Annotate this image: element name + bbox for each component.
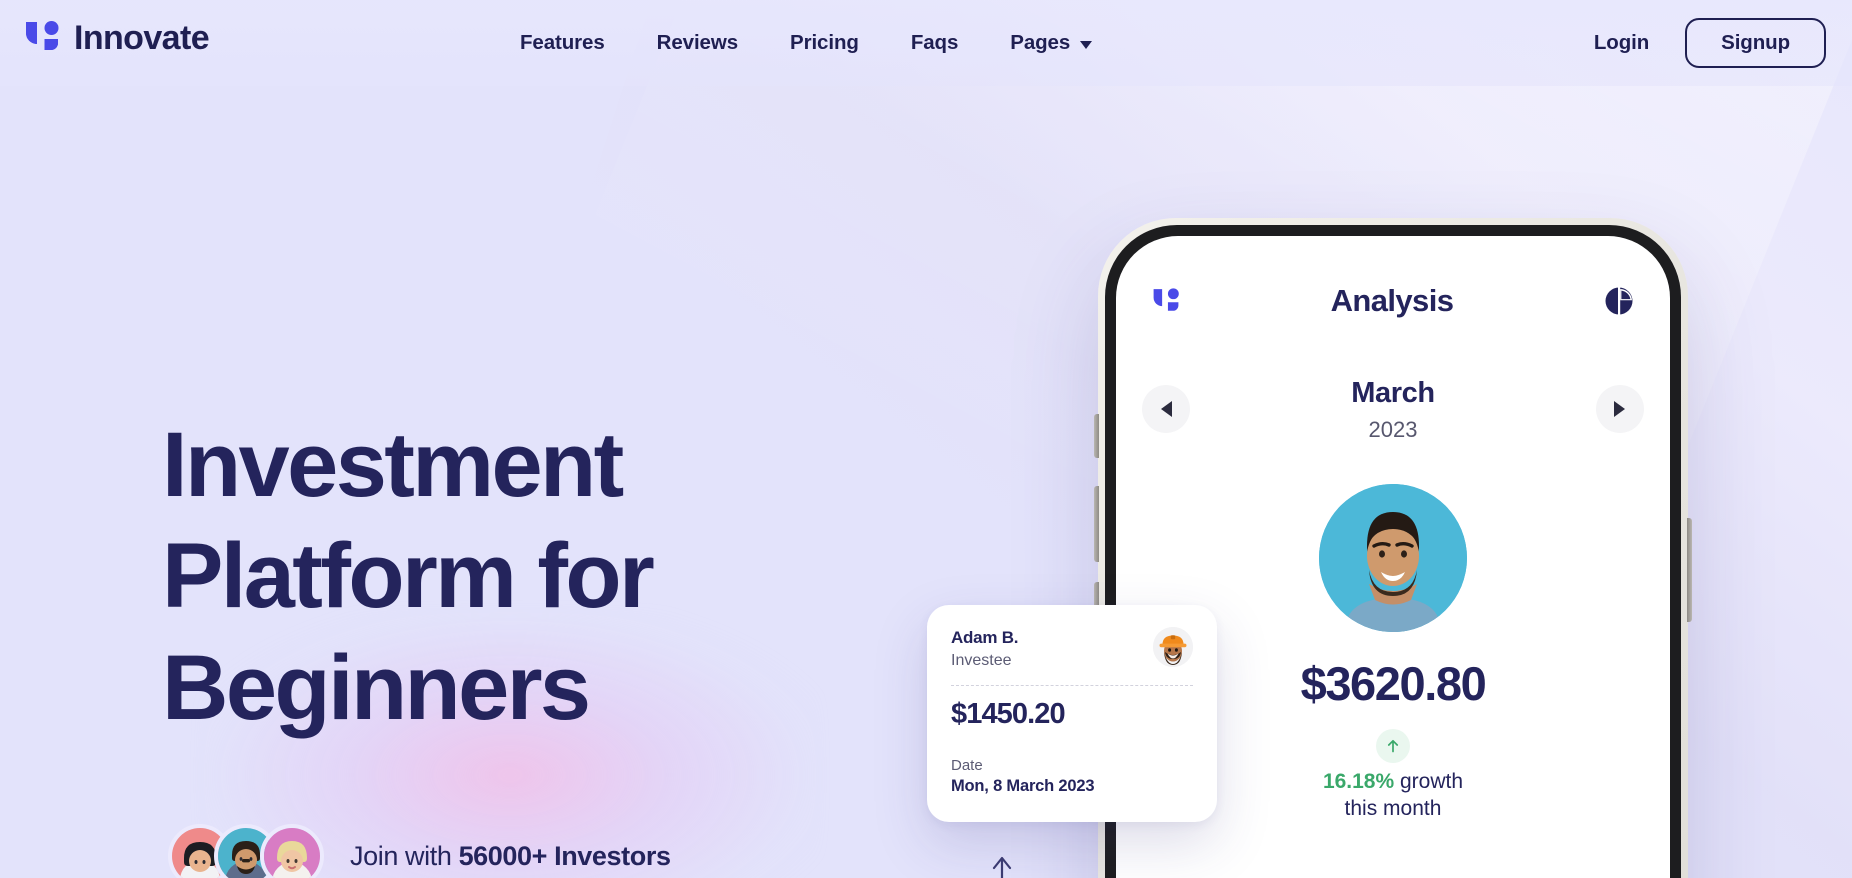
app-topbar: Analysis [1116,274,1670,328]
investee-role: Investee [951,652,1012,670]
phone-power-button [1687,518,1692,622]
next-month-button[interactable] [1595,385,1644,433]
login-link[interactable]: Login [1588,21,1655,65]
nav-item-features-label: Features [520,31,605,54]
hero-title-line-1: Investment [162,414,624,516]
transaction-amount: $1450.20 [951,698,1066,731]
hero-section: Investment Platform for Beginners [162,410,922,744]
investor-avatar-group [168,824,324,878]
header-actions: Login Signup [1588,0,1826,86]
sprout-logo-icon [24,18,60,58]
month-year: 2023 [1368,417,1418,443]
signup-button[interactable]: Signup [1685,17,1826,69]
hero-title-line-3: Beginners [162,636,591,739]
nav-item-pricing[interactable]: Pricing [790,21,859,65]
nav-item-reviews[interactable]: Reviews [657,21,738,65]
month-name: March [1351,376,1435,409]
arrow-up-icon [1376,729,1410,763]
main-navigation: Features Reviews Pricing Faqs Pages [520,0,1093,86]
site-header: Innovate Features Reviews Pricing Faqs P… [0,0,1852,86]
pie-chart-icon[interactable] [1604,286,1634,316]
brand-logo-link[interactable]: Innovate [24,18,210,58]
nav-item-pages-label: Pages [1010,31,1071,54]
transaction-card-divider [951,685,1193,687]
arrow-up-curve-icon [985,852,1021,878]
nav-item-faqs-label: Faqs [910,31,959,54]
growth-word: growth [1394,770,1464,793]
nav-item-faqs[interactable]: Faqs [910,21,959,65]
investor-avatar-3 [260,824,324,878]
sprout-logo-icon [1152,286,1180,317]
transaction-card-header: Adam B. Investee [951,627,1193,670]
phone-mute-switch [1094,414,1099,458]
social-proof-count: 56000+ Investors [458,840,671,871]
social-proof: Join with 56000+ Investors [168,824,671,878]
hero-title: Investment Platform for Beginners [162,410,922,744]
previous-month-button[interactable] [1142,385,1190,433]
nav-item-pages[interactable]: Pages [1010,21,1093,65]
transaction-card-identity: Adam B. Investee [951,627,1018,670]
nav-item-pricing-label: Pricing [790,31,859,54]
transaction-date-label: Date [951,757,983,775]
phone-volume-up-button [1094,486,1099,562]
triangle-right-icon [1614,401,1626,417]
brand-name: Innovate [74,18,210,57]
nav-item-features[interactable]: Features [520,21,605,65]
social-proof-prefix: Join with [350,840,459,871]
triangle-left-icon [1160,401,1172,417]
investee-name: Adam B. [951,628,1019,647]
transaction-date-value: Mon, 8 March 2023 [951,777,1095,796]
month-display: March 2023 [1351,375,1435,443]
hero-title-line-2: Platform for [162,525,655,628]
social-proof-text: Join with 56000+ Investors [350,841,671,872]
nav-item-reviews-label: Reviews [656,31,739,54]
chevron-down-icon [1080,40,1093,49]
month-selector: March 2023 [1116,366,1670,452]
app-title: Analysis [1330,283,1454,318]
user-portrait-avatar [1319,484,1467,632]
transaction-card: Adam B. Investee $1450.20 Date Mon, 8 Ma… [927,605,1217,823]
growth-percent: 16.18% [1322,770,1395,793]
memoji-hardhat-avatar [1153,627,1193,667]
